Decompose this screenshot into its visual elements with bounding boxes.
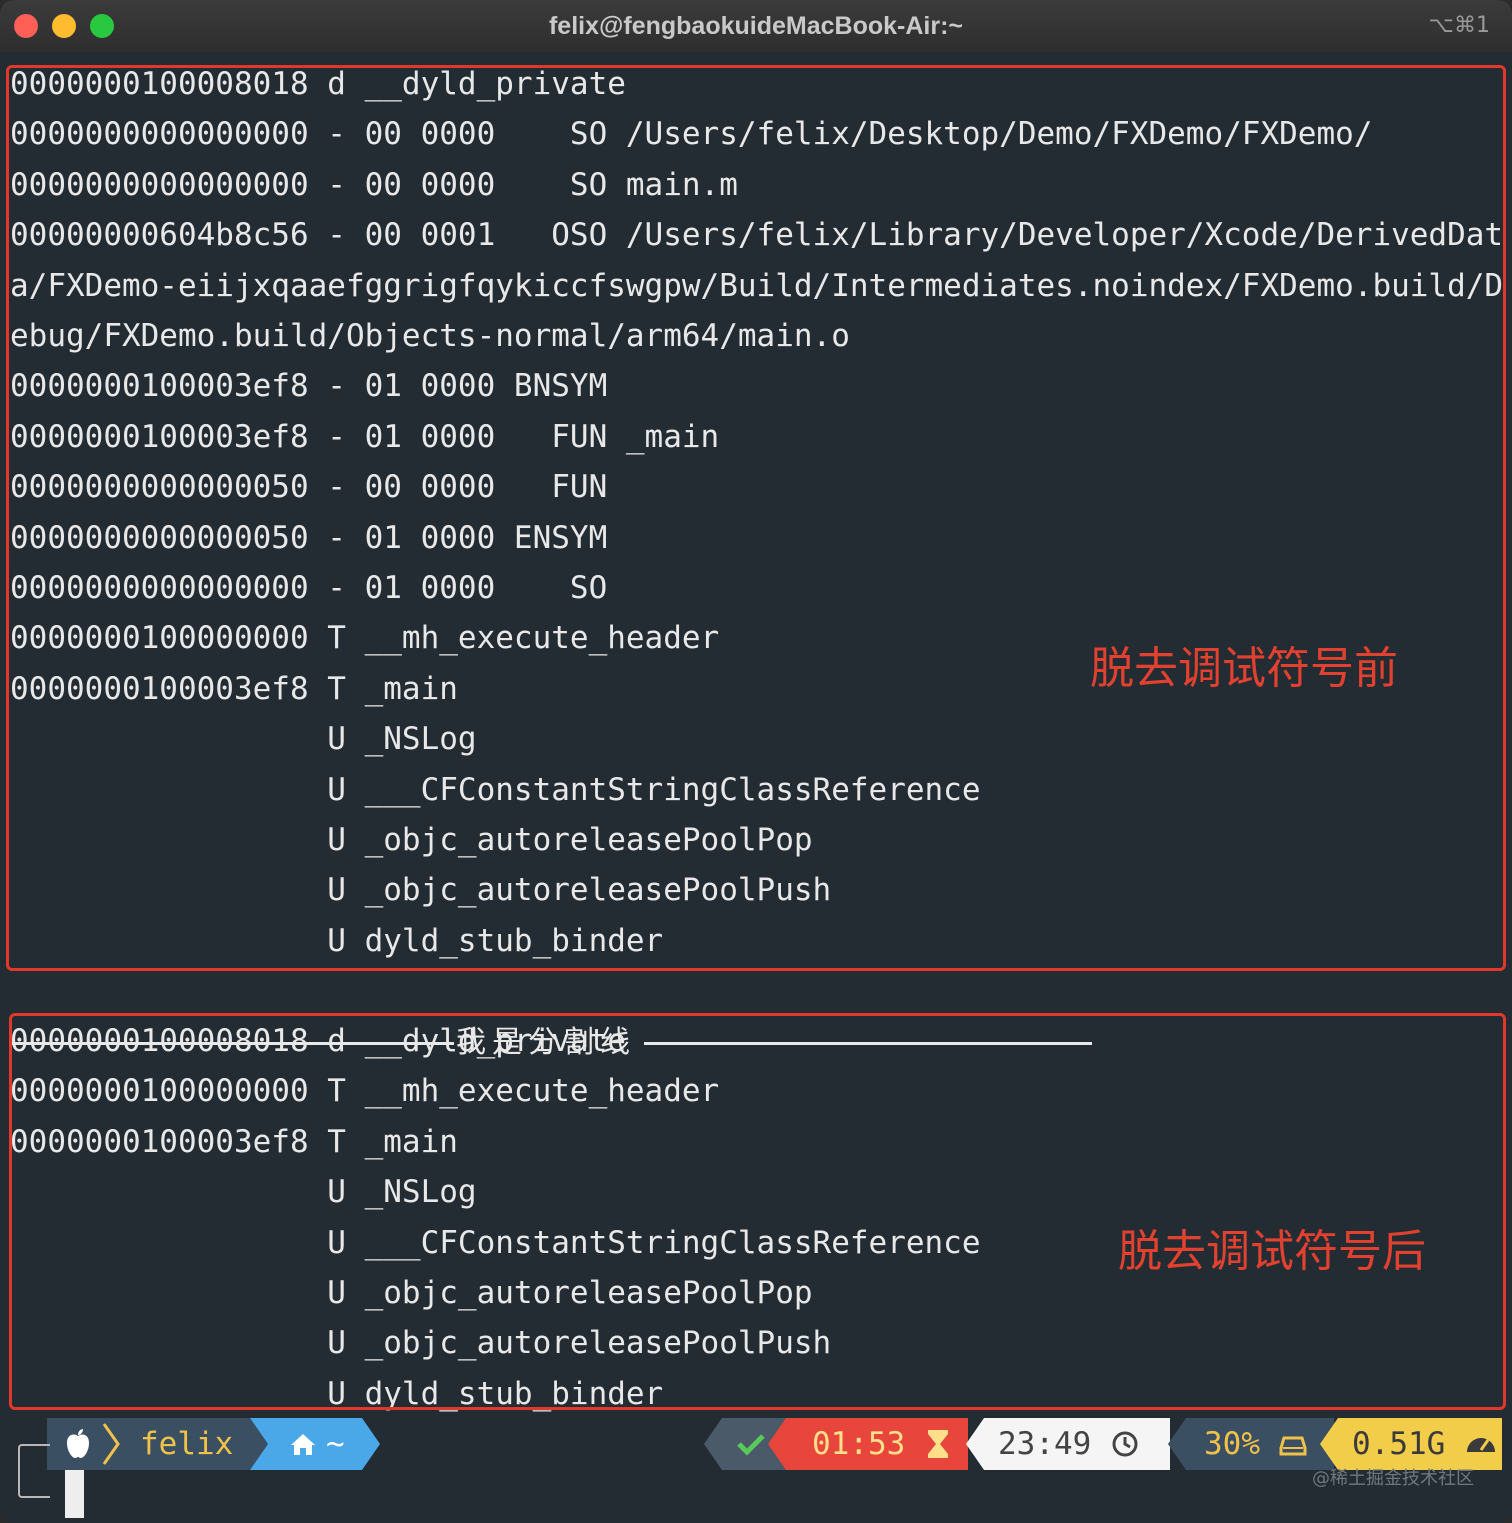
window-title: felix@fengbaokuideMacBook-Air:~	[548, 12, 964, 40]
apple-icon	[62, 1418, 96, 1470]
prompt-clock: 23:49	[998, 1426, 1092, 1462]
prompt-bar: felix ~ 01:53 23:49 30% 0.51G	[0, 1418, 1512, 1470]
before-highlight-box	[6, 65, 1506, 971]
prompt-battery: 30%	[1204, 1426, 1260, 1462]
prompt-user: felix	[140, 1426, 234, 1462]
clock-icon	[1110, 1418, 1140, 1470]
annotation-after: 脱去调试符号后	[1118, 1226, 1426, 1277]
prompt-elapsed: 01:53	[812, 1426, 906, 1462]
hourglass-icon	[924, 1418, 952, 1470]
check-icon	[736, 1418, 766, 1470]
prompt-memory: 0.51G	[1352, 1426, 1446, 1462]
terminal-content[interactable]: 0000000100008018 d __dyld_private 0000000…	[0, 52, 1512, 1523]
watermark: @稀土掘金技术社区	[1312, 1468, 1474, 1489]
annotation-before: 脱去调试符号前	[1090, 643, 1398, 694]
title-bar: felix@fengbaokuideMacBook-Air:~ ⌥⌘1	[0, 0, 1512, 53]
after-highlight-box	[9, 1013, 1506, 1410]
prompt-dir: ~	[326, 1426, 345, 1462]
terminal-cursor	[65, 1470, 84, 1518]
battery-icon	[1278, 1418, 1308, 1470]
home-icon	[288, 1418, 320, 1470]
gauge-icon	[1464, 1418, 1498, 1470]
tab-shortcut: ⌥⌘1	[1428, 13, 1490, 38]
terminal-window: felix@fengbaokuideMacBook-Air:~ ⌥⌘1 0000…	[0, 0, 1512, 1523]
cursor-line-edge	[18, 1444, 50, 1498]
